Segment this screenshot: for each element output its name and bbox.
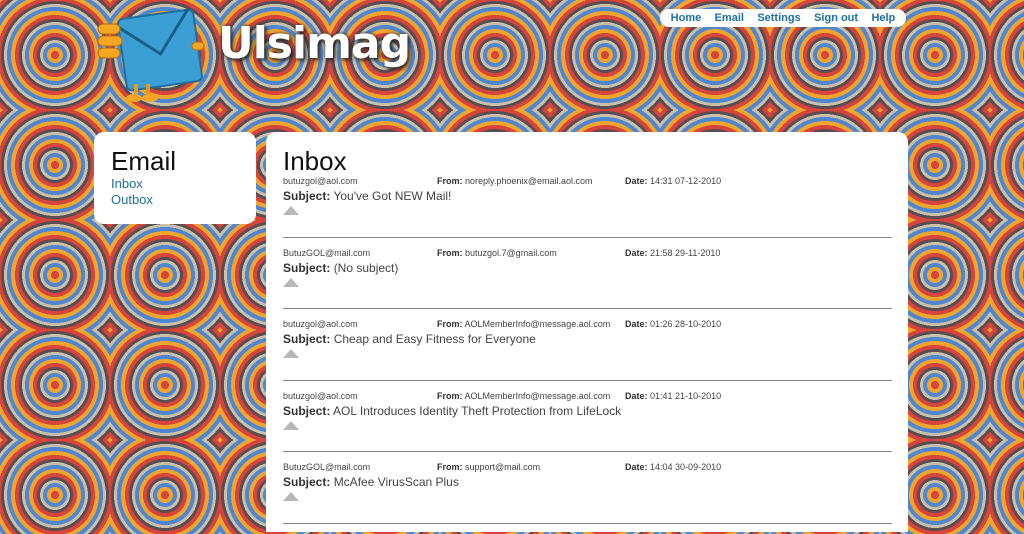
message-to: butuzgol@aol.com: [283, 390, 358, 401]
nav-email-link[interactable]: Email: [715, 12, 744, 24]
message-from: From: AOLMemberInfo@message.aol.com: [437, 391, 610, 401]
message-meta: butuzgol@aol.com From: AOLMemberInfo@mess…: [283, 391, 892, 404]
message-from: From: AOLMemberInfo@message.aol.com: [437, 319, 610, 329]
message-date: Date: 01:41 21-10-2010: [625, 391, 721, 401]
nav-home-link[interactable]: Home: [671, 12, 702, 24]
triangle-up-icon[interactable]: [283, 206, 299, 215]
message-subject[interactable]: Subject: AOL Introduces Identity Theft P…: [283, 404, 892, 418]
top-navigation: Home Email Settings Sign out Help: [660, 9, 906, 27]
message-subject[interactable]: Subject: (No subject): [283, 261, 892, 275]
from-address: support@mail.com: [465, 462, 541, 472]
message-item[interactable]: ButuzGOL@mail.com From: butuzgol.7@gmail.…: [283, 248, 892, 320]
subject-label: Subject:: [283, 475, 331, 489]
date-label: Date:: [625, 390, 648, 401]
triangle-up-icon[interactable]: [283, 492, 299, 501]
date-value: 21:58 29-11-2010: [650, 247, 721, 258]
from-address: noreply.phoenix@email.aol.com: [465, 176, 593, 186]
from-address: AOLMemberInfo@message.aol.com: [464, 390, 611, 401]
message-item[interactable]: ButuzGOL@mail.com From: support@mail.com D…: [283, 462, 892, 534]
triangle-up-icon[interactable]: [283, 349, 299, 358]
subject-text: You've Got NEW Mail!: [333, 189, 452, 203]
message-to: butuzgol@aol.com: [283, 319, 358, 329]
subject-text: (No subject): [333, 260, 399, 275]
message-divider: [283, 308, 892, 309]
subject-label: Subject:: [283, 260, 331, 275]
message-meta: ButuzGOL@mail.com From: butuzgol.7@gmail.…: [283, 248, 892, 261]
sidebar-outbox-link[interactable]: Outbox: [111, 192, 256, 208]
date-label: Date:: [625, 319, 648, 329]
date-label: Date:: [625, 462, 648, 472]
message-item[interactable]: butuzgol@aol.com From: AOLMemberInfo@mess…: [283, 391, 892, 463]
message-subject[interactable]: Subject: Cheap and Easy Fitness for Ever…: [283, 332, 892, 346]
subject-label: Subject:: [283, 332, 331, 346]
message-from: From: butuzgol.7@gmail.com: [437, 248, 557, 258]
sidebar-panel: Email Inbox Outbox: [94, 132, 256, 224]
message-date: Date: 01:26 28-10-2010: [625, 319, 721, 329]
from-label: From:: [437, 390, 463, 401]
message-from: From: support@mail.com: [437, 462, 540, 472]
message-divider: [283, 451, 892, 452]
message-subject[interactable]: Subject: You've Got NEW Mail!: [283, 189, 892, 203]
subject-label: Subject:: [283, 189, 331, 203]
message-item[interactable]: butuzgol@aol.com From: AOLMemberInfo@mess…: [283, 319, 892, 391]
sidebar-title: Email: [111, 146, 177, 176]
triangle-up-icon[interactable]: [283, 277, 299, 287]
inbox-panel: Inbox butuzgol@aol.com From: noreply.phoe…: [266, 132, 908, 532]
message-divider: [283, 522, 892, 524]
from-label: From:: [437, 247, 463, 258]
from-label: From:: [437, 462, 463, 472]
date-label: Date:: [625, 247, 648, 258]
message-subject[interactable]: Subject: McAfee VirusScan Plus: [283, 475, 892, 489]
date-value: 01:26 28-10-2010: [650, 319, 722, 329]
subject-text: AOL Introduces Identity Theft Protection…: [333, 403, 622, 418]
inbox-title: Inbox: [283, 146, 347, 176]
envelope-mascot-icon: [96, 4, 206, 104]
message-to: butuzgol@aol.com: [283, 176, 358, 186]
subject-label: Subject:: [283, 403, 331, 418]
subject-text: McAfee VirusScan Plus: [333, 475, 459, 489]
from-address: AOLMemberInfo@message.aol.com: [464, 319, 611, 329]
message-to: ButuzGOL@mail.com: [283, 247, 371, 258]
date-value: 14:04 30-09-2010: [650, 462, 722, 472]
date-label: Date:: [625, 176, 648, 186]
nav-sign-out-link[interactable]: Sign out: [814, 12, 858, 24]
date-value: 01:41 21-10-2010: [650, 390, 722, 401]
from-label: From:: [437, 176, 463, 186]
from-label: From:: [437, 319, 463, 329]
brand-name: Ulsimag: [218, 18, 411, 69]
message-divider: [283, 379, 892, 381]
message-date: Date: 14:04 30-09-2010: [625, 462, 721, 472]
message-date: Date: 14:31 07-12-2010: [625, 176, 721, 186]
message-list: butuzgol@aol.com From: noreply.phoenix@em…: [283, 176, 892, 534]
message-date: Date: 21:58 29-11-2010: [625, 248, 720, 258]
triangle-up-icon[interactable]: [283, 420, 299, 430]
message-meta: butuzgol@aol.com From: noreply.phoenix@em…: [283, 176, 892, 189]
message-meta: butuzgol@aol.com From: AOLMemberInfo@mess…: [283, 319, 892, 332]
message-to: ButuzGOL@mail.com: [283, 462, 371, 472]
date-value: 14:31 07-12-2010: [650, 176, 722, 186]
message-item[interactable]: butuzgol@aol.com From: noreply.phoenix@em…: [283, 176, 892, 248]
message-from: From: noreply.phoenix@email.aol.com: [437, 176, 593, 186]
nav-help-link[interactable]: Help: [871, 12, 895, 24]
message-divider: [283, 236, 892, 238]
message-meta: ButuzGOL@mail.com From: support@mail.com D…: [283, 462, 892, 475]
from-address: butuzgol.7@gmail.com: [465, 247, 557, 258]
subject-text: Cheap and Easy Fitness for Everyone: [333, 332, 536, 346]
sidebar-inbox-link[interactable]: Inbox: [111, 176, 256, 192]
nav-settings-link[interactable]: Settings: [757, 12, 800, 24]
